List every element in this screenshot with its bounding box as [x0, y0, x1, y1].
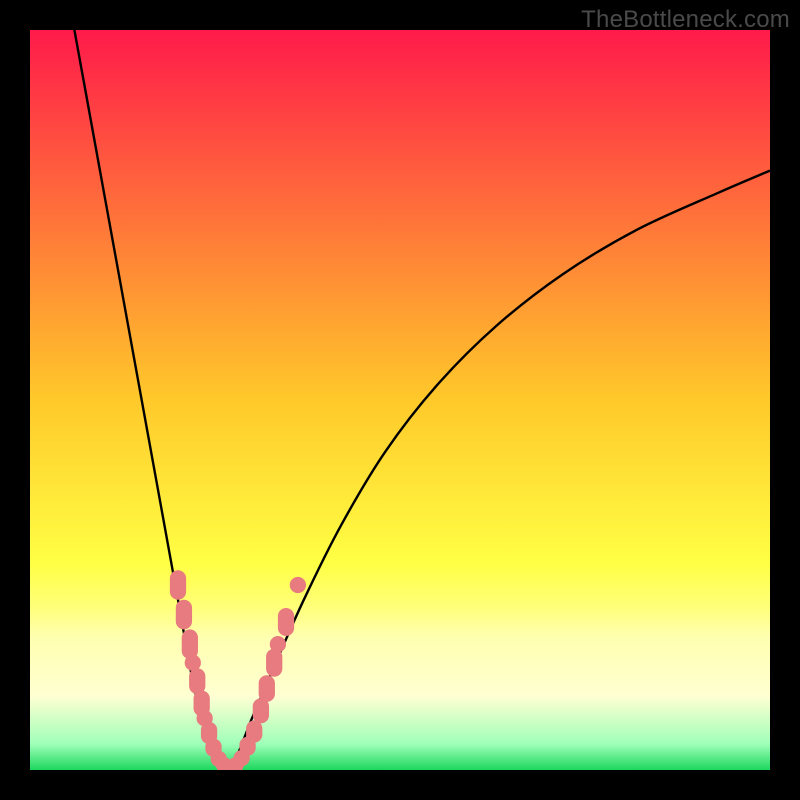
data-marker	[266, 649, 282, 677]
data-marker	[182, 629, 198, 659]
chart-frame: TheBottleneck.com	[0, 0, 800, 800]
data-marker	[246, 720, 262, 742]
data-marker	[290, 577, 306, 593]
data-marker	[170, 570, 186, 600]
data-marker	[270, 636, 286, 652]
watermark-text: TheBottleneck.com	[581, 6, 790, 34]
chart-svg	[30, 30, 770, 770]
data-marker	[278, 608, 294, 636]
data-marker	[253, 698, 269, 723]
data-marker	[189, 668, 205, 694]
data-marker	[259, 675, 275, 702]
plot-area	[30, 30, 770, 770]
data-marker	[176, 600, 192, 630]
